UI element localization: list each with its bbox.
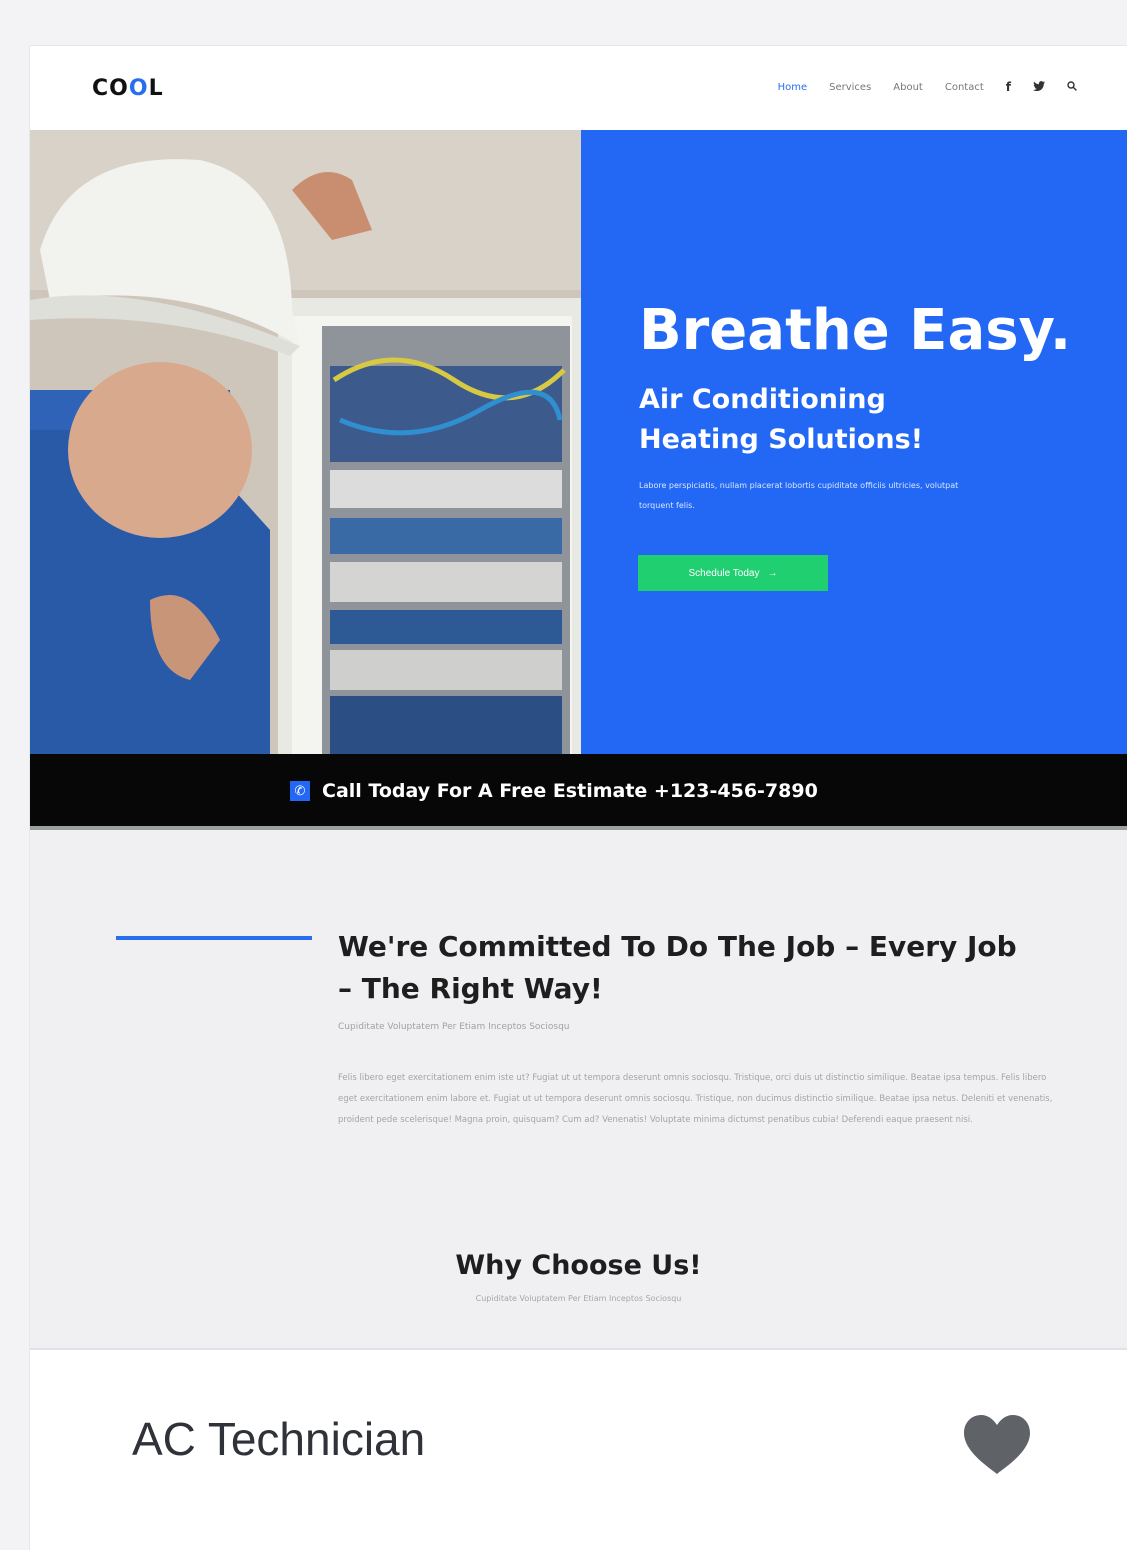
schedule-today-button[interactable]: Schedule Today → xyxy=(638,555,828,591)
arrow-right-icon: → xyxy=(767,567,778,579)
call-estimate-bar: ✆ Call Today For A Free Estimate +123-45… xyxy=(30,754,1127,830)
nav-item-services[interactable]: Services xyxy=(829,82,871,93)
site-logo[interactable]: COOL xyxy=(92,76,164,101)
commitment-tagline: Cupiditate Voluptatem Per Etiam Inceptos… xyxy=(338,1022,570,1032)
accent-divider xyxy=(116,936,312,940)
facebook-icon[interactable]: f xyxy=(1006,80,1011,94)
commitment-section: We're Committed To Do The Job – Every Jo… xyxy=(30,830,1127,1350)
hero-panel: Breathe Easy. Air Conditioning Heating S… xyxy=(581,130,1127,754)
why-choose-us-subtitle: Cupiditate Voluptatem Per Etiam Inceptos… xyxy=(475,1294,682,1303)
template-preview-card[interactable]: COOL Home Services About Contact f Breat… xyxy=(30,46,1127,1550)
search-icon[interactable] xyxy=(1067,80,1077,94)
twitter-icon[interactable] xyxy=(1033,80,1045,94)
nav-item-contact[interactable]: Contact xyxy=(945,82,984,93)
hero-title: Breathe Easy. xyxy=(639,298,1072,363)
phone-icon: ✆ xyxy=(290,781,310,801)
nav-item-home[interactable]: Home xyxy=(778,82,808,93)
main-nav: Home Services About Contact f xyxy=(778,80,1077,94)
call-estimate-text[interactable]: Call Today For A Free Estimate +123-456-… xyxy=(322,780,818,802)
technician-photo xyxy=(30,130,581,754)
why-choose-us-heading: Why Choose Us! xyxy=(455,1250,702,1281)
commitment-heading: We're Committed To Do The Job – Every Jo… xyxy=(338,930,1017,1005)
hero-subtitle: Air Conditioning Heating Solutions! xyxy=(639,384,924,455)
template-title[interactable]: AC Technician xyxy=(132,1412,425,1466)
template-listing-footer: AC Technician xyxy=(30,1350,1127,1550)
commitment-body: Felis libero eget exercitationem enim is… xyxy=(338,1073,1053,1125)
heart-icon[interactable] xyxy=(962,1414,1032,1476)
site-header: COOL Home Services About Contact f xyxy=(30,46,1127,130)
nav-item-about[interactable]: About xyxy=(893,82,923,93)
hero-description: Labore perspiciatis, nullam placerat lob… xyxy=(639,481,959,510)
